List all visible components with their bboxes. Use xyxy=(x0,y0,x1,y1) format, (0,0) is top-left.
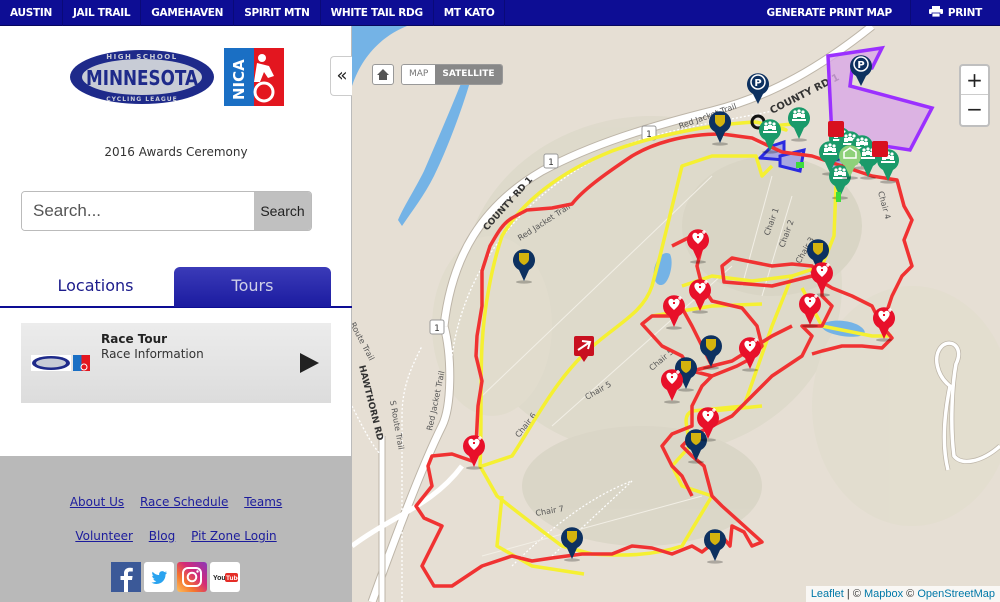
nav-venue-spirit-mtn[interactable]: SPIRIT MTN xyxy=(234,0,321,26)
route-shield: 1 xyxy=(543,153,559,169)
route-shield: 1 xyxy=(429,319,445,335)
top-navigation: AUSTIN JAIL TRAIL GAMEHAVEN SPIRIT MTN W… xyxy=(0,0,1000,26)
search-button[interactable]: Search xyxy=(254,192,311,230)
tab-tours[interactable]: Tours xyxy=(174,267,331,307)
tour-thumbnail xyxy=(31,354,91,372)
logos: HIGH SCHOOL MINNESOTA CYCLING LEAGUE NIC… xyxy=(68,48,284,106)
youtube-icon[interactable]: You Tube xyxy=(210,562,240,592)
nav-venue-mt-kato[interactable]: MT KATO xyxy=(434,0,506,26)
parking-marker[interactable]: P xyxy=(850,55,872,86)
sidebar-tabs: Locations Tours xyxy=(0,267,352,308)
tour-thumb-nica-logo xyxy=(73,355,90,371)
trail-label-route: Route Trail xyxy=(352,321,376,362)
home-icon xyxy=(377,69,389,80)
svg-text:MINNESOTA: MINNESOTA xyxy=(86,66,198,90)
map-attribution: Leaflet | © Mapbox © OpenStreetMap xyxy=(805,586,1000,602)
footer-link-blog[interactable]: Blog xyxy=(149,529,176,543)
aid-station-marker[interactable] xyxy=(872,141,888,157)
footer-links-row-1: About Us Race Schedule Teams xyxy=(0,495,352,509)
svg-text:1: 1 xyxy=(548,158,554,168)
mapbox-link[interactable]: Mapbox xyxy=(864,588,903,600)
footer-link-about-us[interactable]: About Us xyxy=(70,495,124,509)
map-type-toggle: MAP SATELLITE xyxy=(401,64,503,85)
chair-label-4: Chair 4 xyxy=(876,190,892,220)
svg-text:P: P xyxy=(754,78,761,89)
security-marker[interactable] xyxy=(704,529,726,564)
svg-text:CYCLING LEAGUE: CYCLING LEAGUE xyxy=(106,96,178,103)
sidebar-footer: About Us Race Schedule Teams Volunteer B… xyxy=(0,456,352,602)
minnesota-league-logo: HIGH SCHOOL MINNESOTA CYCLING LEAGUE xyxy=(70,50,214,104)
map-canvas[interactable]: 1 1 1 COUNTY RD 1 COUNTY RD 1 Red Jacket… xyxy=(352,26,1000,602)
tab-locations[interactable]: Locations xyxy=(17,267,174,307)
svg-text:1: 1 xyxy=(434,324,440,334)
printer-icon xyxy=(928,6,943,17)
openstreetmap-link[interactable]: OpenStreetMap xyxy=(917,588,995,600)
collapse-sidebar-button[interactable]: « xyxy=(330,56,352,96)
nav-venue-jail-trail[interactable]: JAIL TRAIL xyxy=(63,0,142,26)
footer-link-race-schedule[interactable]: Race Schedule xyxy=(140,495,228,509)
attribution-sep2: © xyxy=(903,588,918,600)
trail-label-s-route: S Route Trail xyxy=(388,400,405,451)
print-label: PRINT xyxy=(947,6,982,19)
green-flag-marker[interactable] xyxy=(796,162,804,168)
road-label-hawthorn-rd: HAWTHORN RD xyxy=(356,364,384,441)
footer-links-row-2: Volunteer Blog Pit Zone Login xyxy=(0,529,352,543)
svg-text:P: P xyxy=(857,60,864,71)
nav-venue-gamehaven[interactable]: GAMEHAVEN xyxy=(141,0,235,26)
search-bar: Search xyxy=(21,191,312,231)
map-view[interactable]: 1 1 1 COUNTY RD 1 COUNTY RD 1 Red Jacket… xyxy=(352,26,1000,602)
zoom-in-button[interactable]: + xyxy=(961,66,988,95)
svg-text:Tube: Tube xyxy=(226,575,240,582)
event-subtitle: 2016 Awards Ceremony xyxy=(104,145,248,159)
home-button[interactable] xyxy=(372,64,394,85)
tour-list-item[interactable]: Race Tour Race Information xyxy=(21,323,331,403)
attribution-sep: | © xyxy=(843,588,864,600)
map-type-satellite[interactable]: SATELLITE xyxy=(435,65,502,84)
water-lake-long xyxy=(398,76,470,226)
social-links: You Tube xyxy=(111,562,240,592)
map-type-map[interactable]: MAP xyxy=(402,65,436,84)
search-input[interactable] xyxy=(22,192,254,230)
print-button[interactable]: PRINT xyxy=(909,0,1000,26)
double-chevron-left-icon: « xyxy=(336,65,347,86)
footer-link-pit-zone-login[interactable]: Pit Zone Login xyxy=(191,529,277,543)
generate-print-map-button[interactable]: GENERATE PRINT MAP xyxy=(757,0,910,26)
svg-text:HIGH SCHOOL: HIGH SCHOOL xyxy=(106,53,177,61)
facebook-icon[interactable] xyxy=(111,562,141,592)
sidebar: HIGH SCHOOL MINNESOTA CYCLING LEAGUE NIC… xyxy=(0,26,352,602)
footer-link-teams[interactable]: Teams xyxy=(244,495,282,509)
leaflet-link[interactable]: Leaflet xyxy=(811,588,844,600)
aid-station-marker[interactable] xyxy=(828,121,844,137)
svg-text:NICA: NICA xyxy=(230,59,248,100)
nav-venue-white-tail-rdg[interactable]: WHITE TAIL RDG xyxy=(321,0,434,26)
tour-title: Race Tour xyxy=(101,332,168,346)
nav-venue-austin[interactable]: AUSTIN xyxy=(0,0,63,26)
tour-thumb-mn-logo xyxy=(31,355,71,371)
twitter-icon[interactable] xyxy=(144,562,174,592)
nica-logo: NICA xyxy=(224,48,284,106)
footer-link-volunteer[interactable]: Volunteer xyxy=(75,529,133,543)
green-flag-marker[interactable] xyxy=(836,192,841,202)
instagram-icon[interactable] xyxy=(177,562,207,592)
terrain-shading xyxy=(432,116,1000,546)
zoom-out-button[interactable]: − xyxy=(961,95,988,124)
play-icon[interactable] xyxy=(300,353,319,373)
tour-subtitle: Race Information xyxy=(101,347,204,361)
team-area-marker[interactable] xyxy=(788,107,810,142)
zoom-control: + − xyxy=(959,64,990,127)
svg-text:You: You xyxy=(213,575,226,582)
